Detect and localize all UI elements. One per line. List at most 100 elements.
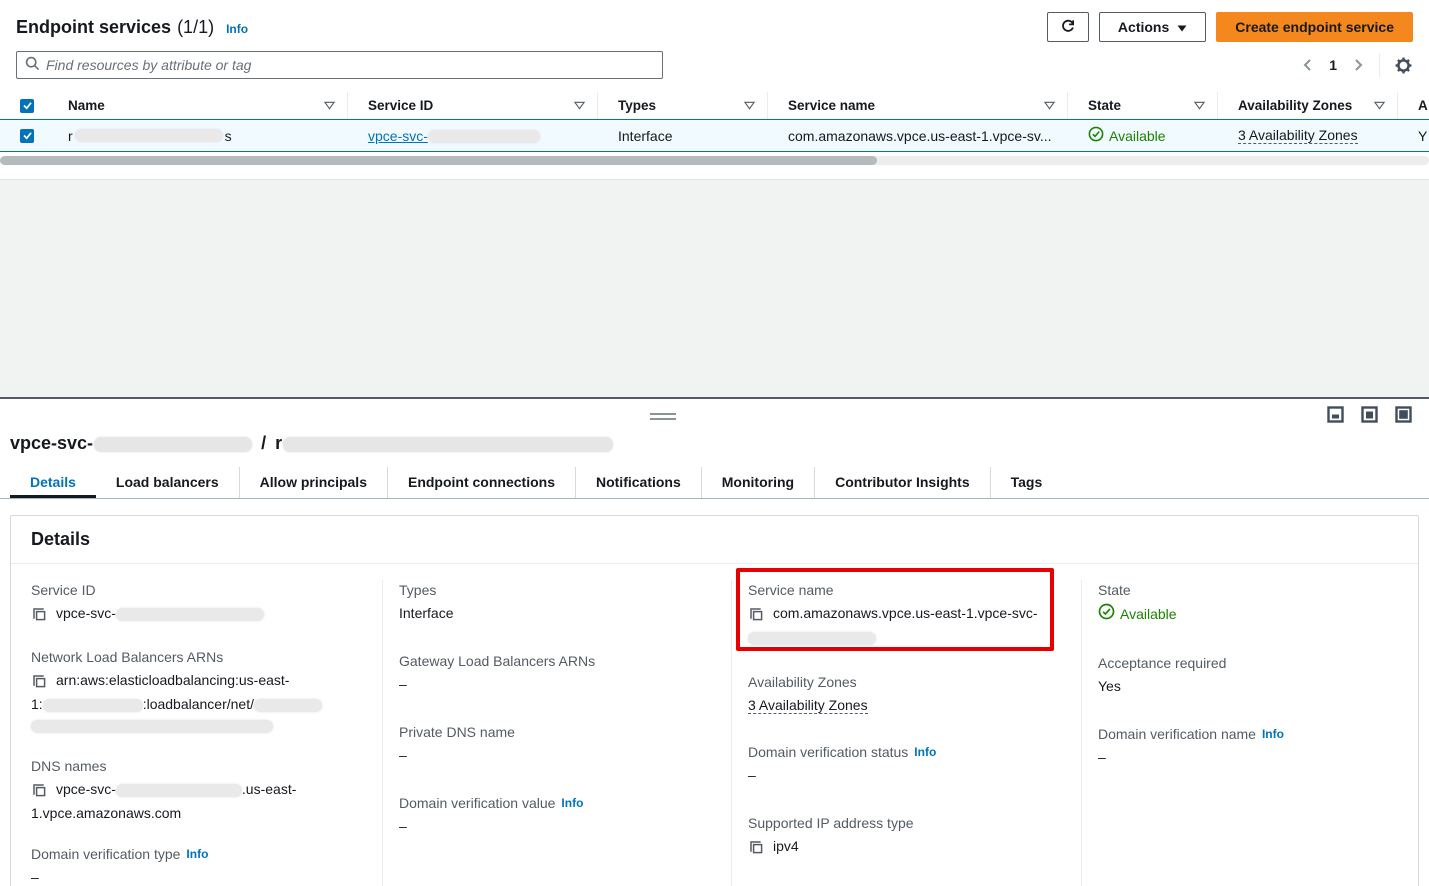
panel-title: vpce-svc- / r [10,433,1413,454]
info-link[interactable]: Info [186,844,208,864]
sort-icon[interactable] [1374,98,1385,113]
column-header-state[interactable]: State [1068,92,1218,119]
redacted-text [116,784,242,797]
panel-size-half-icon[interactable] [1361,406,1378,426]
current-page[interactable]: 1 [1325,57,1341,73]
column-header-service-name[interactable]: Service name [768,92,1068,119]
details-column-3: Service name com.amazonaws.vpce.us-east-… [732,580,1082,886]
details-column-4: State Available Acceptance required Yes [1082,580,1398,886]
search-input[interactable] [46,57,654,73]
sort-icon[interactable] [1194,98,1205,113]
copy-icon[interactable] [31,673,46,694]
availability-zones-popover[interactable]: 3 Availability Zones [748,697,868,714]
copy-icon[interactable] [748,606,763,627]
cell-clipped: Y [1398,120,1429,151]
search-icon [25,56,40,74]
details-card: Details Service ID vpce-svc- Network Loa… [10,515,1419,886]
field-domain-verification-name: Domain verification nameInfo – [1098,724,1382,768]
service-id-link[interactable]: vpce-svc- [368,128,540,144]
copy-icon[interactable] [31,782,46,803]
tab-contributor-insights[interactable]: Contributor Insights [814,467,990,498]
caret-down-icon [1177,19,1187,35]
field-dns-names: DNS names vpce-svc-.us-east- 1.vpce.amaz… [31,756,366,824]
info-link[interactable]: Info [226,22,248,36]
redacted-text [94,437,252,452]
divider [1379,53,1380,77]
settings-gear-icon[interactable] [1394,56,1413,75]
tab-monitoring[interactable]: Monitoring [701,467,814,498]
field-private-dns-name: Private DNS name – [399,722,715,766]
details-column-1: Service ID vpce-svc- Network Load Balanc… [31,580,383,886]
scrollbar-thumb[interactable] [0,156,877,165]
horizontal-scrollbar[interactable] [0,156,1429,165]
info-link[interactable]: Info [561,793,583,813]
refresh-icon [1060,18,1076,37]
actions-label: Actions [1118,19,1169,35]
cell-service-name: com.amazonaws.vpce.us-east-1.vpce-sv... [768,120,1068,151]
redacted-text [31,720,273,733]
panel-tabs: Details Load balancers Allow principals … [0,467,1429,499]
info-link[interactable]: Info [1262,724,1284,744]
field-service-name: Service name com.amazonaws.vpce.us-east-… [748,580,1065,648]
redacted-text [428,130,540,143]
redacted-text [254,699,322,712]
column-header-types[interactable]: Types [598,92,768,119]
field-service-id: Service ID vpce-svc- [31,580,366,627]
details-column-2: Types Interface Gateway Load Balancers A… [383,580,732,886]
column-header-availability-zones[interactable]: Availability Zones [1218,92,1398,119]
next-page-button[interactable] [1351,58,1365,72]
field-state: State Available [1098,580,1382,626]
field-network-load-balancer-arns: Network Load Balancers ARNs arn:aws:elas… [31,647,366,736]
column-header-service-id[interactable]: Service ID [348,92,598,119]
sort-icon[interactable] [744,98,755,113]
copy-icon[interactable] [748,839,763,860]
tab-load-balancers[interactable]: Load balancers [96,467,239,498]
field-domain-verification-status: Domain verification statusInfo – [748,742,1065,786]
tab-tags[interactable]: Tags [990,467,1063,498]
tab-details[interactable]: Details [10,467,96,498]
previous-page-button[interactable] [1301,58,1315,72]
row-checkbox[interactable] [20,129,34,143]
create-endpoint-service-button[interactable]: Create endpoint service [1216,12,1413,42]
cell-service-id: vpce-svc- [348,120,598,151]
field-availability-zones: Availability Zones 3 Availability Zones [748,672,1065,716]
field-acceptance-required: Acceptance required Yes [1098,653,1382,697]
tab-endpoint-connections[interactable]: Endpoint connections [387,467,575,498]
actions-button[interactable]: Actions [1099,12,1206,42]
cell-name: rs [48,120,348,151]
sort-icon[interactable] [574,98,585,113]
table-header-row: Name Service ID Types Service name State… [0,92,1429,119]
available-check-icon [1088,126,1104,145]
panel-size-small-icon[interactable] [1327,406,1344,426]
resource-count: (1/1) [177,17,214,38]
column-header-clipped[interactable]: A [1398,92,1429,119]
field-gateway-load-balancer-arns: Gateway Load Balancers ARNs – [399,651,715,695]
details-split-panel: vpce-svc- / r Details Load balancers All… [0,397,1429,886]
field-supported-ip-address-type: Supported IP address type ipv4 [748,813,1065,860]
copy-icon[interactable] [31,606,46,627]
redacted-text [75,129,223,142]
table-row[interactable]: rs vpce-svc- Interface com.amazonaws.vpc… [0,119,1429,152]
field-domain-verification-value: Domain verification valueInfo – [399,793,715,837]
redacted-text [283,437,613,452]
tab-allow-principals[interactable]: Allow principals [239,467,387,498]
details-heading: Details [11,516,1418,564]
sort-icon[interactable] [1044,98,1055,113]
availability-zones-popover[interactable]: 3 Availability Zones [1238,127,1358,144]
endpoint-services-table: Name Service ID Types Service name State… [0,92,1429,179]
available-check-icon [1098,603,1115,626]
field-domain-verification-type: Domain verification typeInfo – [31,844,366,886]
select-all-checkbox[interactable] [20,99,34,113]
info-link[interactable]: Info [914,742,936,762]
endpoint-services-section: Endpoint services (1/1) Info Actions Cre… [0,0,1429,179]
cell-state: Available [1068,120,1218,151]
sort-icon[interactable] [324,98,335,113]
panel-size-full-icon[interactable] [1395,406,1412,426]
cell-availability-zones: 3 Availability Zones [1218,120,1398,151]
refresh-button[interactable] [1047,12,1089,42]
search-box[interactable] [16,51,663,79]
page-title: Endpoint services [16,17,171,38]
column-header-name[interactable]: Name [48,92,348,119]
panel-resize-handle[interactable] [650,413,676,423]
tab-notifications[interactable]: Notifications [575,467,701,498]
